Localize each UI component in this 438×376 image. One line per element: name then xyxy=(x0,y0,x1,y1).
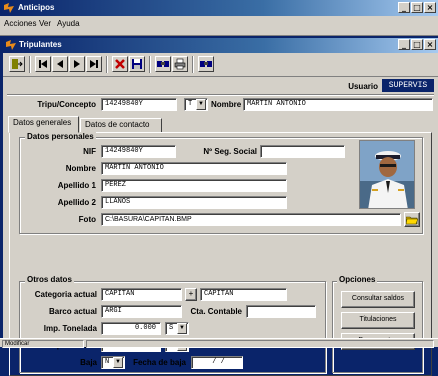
first-record-icon xyxy=(39,60,47,68)
consultar-saldos-button[interactable]: Consultar saldos xyxy=(341,291,415,308)
search-icon xyxy=(157,61,169,67)
baja-value: N xyxy=(105,358,110,366)
browse-button[interactable] xyxy=(404,212,420,227)
toolbar-separator xyxy=(149,56,151,73)
app-icon xyxy=(4,3,14,13)
apellido2-input[interactable]: LLANOS xyxy=(101,196,287,209)
print-icon xyxy=(174,58,186,70)
first-record-button[interactable] xyxy=(35,56,51,72)
last-record-icon xyxy=(90,60,98,68)
previous-record-icon xyxy=(57,60,63,68)
baja-label: Baja xyxy=(80,358,97,367)
tab-datos-contacto[interactable]: Datos de contacto xyxy=(80,118,162,133)
window-minimize-button[interactable]: _ xyxy=(398,39,410,50)
divider xyxy=(7,94,434,96)
app-title-bar[interactable]: Anticipos _ □ × xyxy=(0,0,438,16)
foto-label: Foto xyxy=(78,215,96,224)
search-button[interactable] xyxy=(155,56,171,72)
usuario-label: Usuario xyxy=(348,82,378,91)
fecha-baja-label: Fecha de baja xyxy=(133,358,186,367)
tripu-label: Tripu/Concepto xyxy=(37,100,96,109)
baja-dropdown-icon[interactable]: ▼ xyxy=(113,357,123,368)
nombre-label: Nombre xyxy=(65,164,96,173)
apellido1-label: Apellido 1 xyxy=(57,181,96,190)
categoria-lookup-button[interactable]: + xyxy=(185,288,197,301)
nif-label: NIF xyxy=(83,147,96,156)
titulaciones-button[interactable]: Titulaciones xyxy=(341,312,415,329)
maximize-button[interactable]: □ xyxy=(411,2,423,13)
fecha-baja-input[interactable]: / / xyxy=(191,356,243,369)
tripu-input[interactable]: 14249840Y xyxy=(101,98,177,111)
menu-ayuda[interactable]: Ayuda xyxy=(57,19,80,28)
tipo-value: T xyxy=(188,100,193,108)
imp-tonelada-label: Imp. Tonelada xyxy=(43,324,97,333)
nif-input[interactable]: 14249840Y xyxy=(101,145,176,158)
seg-social-label: Nº Seg. Social xyxy=(203,147,257,156)
foto-path-input[interactable]: C:\BASURA\CAPITAN.BMP xyxy=(101,213,401,226)
menu-acciones[interactable]: Acciones xyxy=(4,19,36,28)
usuario-value: SUPERVIS xyxy=(382,79,434,92)
categoria-code-input[interactable]: CAPITAN xyxy=(101,288,182,301)
cta-contable-input[interactable] xyxy=(246,305,316,318)
exit-button[interactable] xyxy=(9,56,25,72)
datos-personales-title: Datos personales xyxy=(25,132,96,141)
tab-datos-generales[interactable]: Datos generales xyxy=(8,116,79,133)
opciones-title: Opciones xyxy=(337,275,378,284)
apellido1-input[interactable]: PEREZ xyxy=(101,179,287,192)
toolbar-separator xyxy=(192,56,194,73)
delete-button[interactable] xyxy=(112,56,128,72)
save-icon xyxy=(132,59,142,69)
categoria-desc-field: CAPITAN xyxy=(200,288,287,301)
find-button[interactable] xyxy=(198,56,214,72)
minimize-button[interactable]: _ xyxy=(398,2,410,13)
window-icon xyxy=(6,40,16,50)
exit-icon xyxy=(12,59,23,69)
tripulantes-window: Tripulantes _ □ × Usuario SUPERVIS Tripu… xyxy=(3,38,438,376)
app-title: Anticipos xyxy=(18,3,55,12)
toolbar-separator xyxy=(106,56,108,73)
close-button[interactable]: × xyxy=(424,2,436,13)
toolbar-separator xyxy=(29,56,31,73)
window-title: Tripulantes xyxy=(19,40,62,49)
imp-tonelada-flag-value: S xyxy=(169,324,174,332)
apellido2-label: Apellido 2 xyxy=(57,198,96,207)
window-title-bar[interactable]: Tripulantes _ □ × xyxy=(3,38,438,53)
otros-datos-title: Otros datos xyxy=(25,275,74,284)
delete-icon xyxy=(115,59,125,69)
toolbar xyxy=(3,53,438,77)
next-record-icon xyxy=(74,60,80,68)
barco-input[interactable]: ARGI xyxy=(101,305,182,318)
find-icon xyxy=(200,61,212,67)
nombre-header-label: Nombre xyxy=(211,100,242,109)
seg-social-input[interactable] xyxy=(260,145,345,158)
cta-contable-label: Cta. Contable xyxy=(190,307,242,316)
last-record-button[interactable] xyxy=(86,56,102,72)
window-close-button[interactable]: × xyxy=(424,39,436,50)
menu-bar: Acciones Ver Ayuda xyxy=(0,16,438,36)
barco-label: Barco actual xyxy=(48,307,97,316)
save-button[interactable] xyxy=(129,56,145,72)
tipo-dropdown-icon[interactable]: ▼ xyxy=(196,99,206,110)
window-maximize-button[interactable]: □ xyxy=(411,39,423,50)
previous-record-button[interactable] xyxy=(52,56,68,72)
status-bar: Modificar xyxy=(0,338,438,348)
plus-icon: + xyxy=(188,289,194,298)
crew-photo xyxy=(359,140,415,209)
categoria-label: Categoria actual xyxy=(34,290,97,299)
nombre-input[interactable]: MARTIN ANTONIO xyxy=(101,162,287,175)
imp-tonelada-input[interactable]: 0.000 xyxy=(101,322,161,335)
next-record-button[interactable] xyxy=(69,56,85,72)
print-button[interactable] xyxy=(172,56,188,72)
imp-tonelada-dropdown-icon[interactable]: ▼ xyxy=(177,323,187,334)
nombre-header-field: MARTIN ANTONIO xyxy=(243,98,433,111)
folder-icon xyxy=(405,216,419,225)
menu-ver[interactable]: Ver xyxy=(39,19,51,28)
